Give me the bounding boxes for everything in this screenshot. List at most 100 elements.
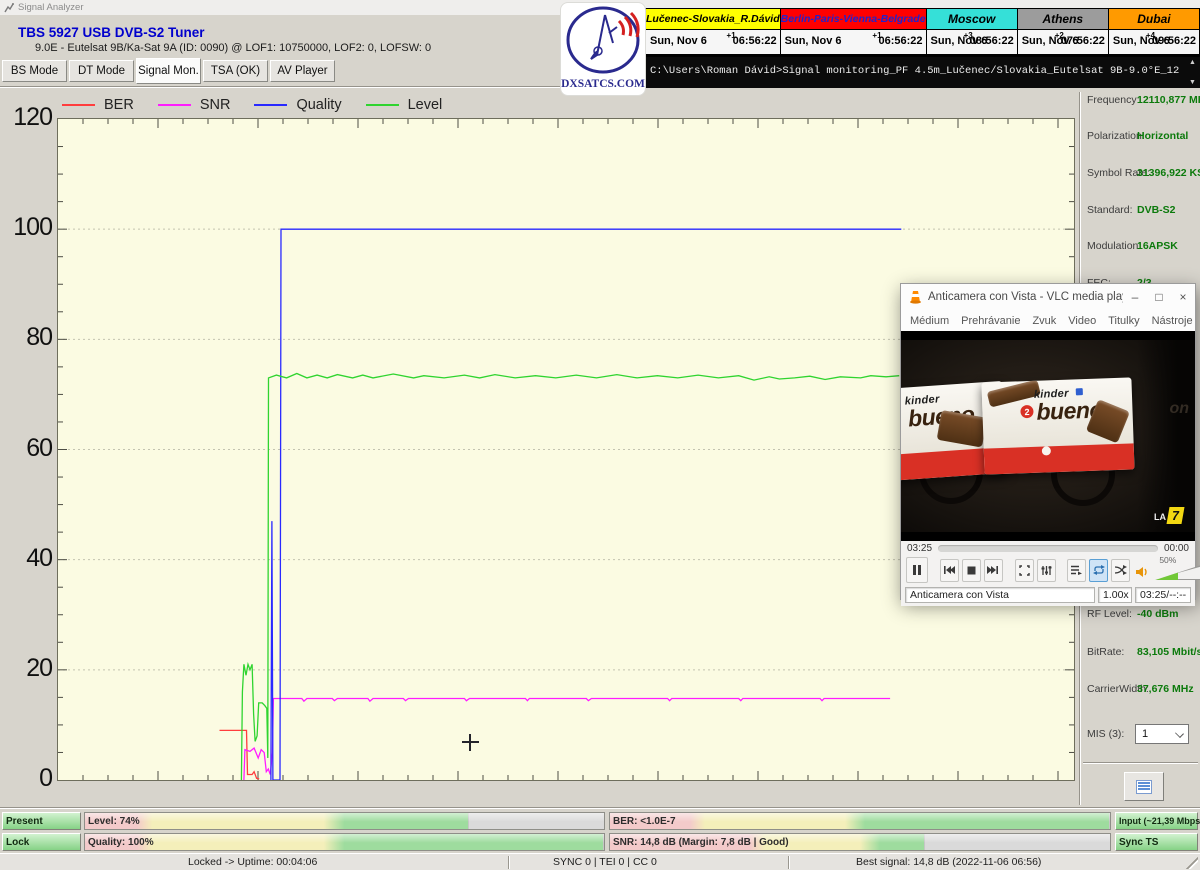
now-playing-box: Anticamera con Vista <box>905 587 1095 603</box>
command-prompt[interactable]: C:\Users\Roman Dávid>Signal monitoring_P… <box>645 57 1200 88</box>
legend-snr: SNR <box>158 97 231 113</box>
extended-settings-button[interactable] <box>1037 559 1056 582</box>
video-frame: kinder bueno kinder 2 bueno on <box>901 340 1195 532</box>
resize-grip[interactable] <box>1186 857 1198 869</box>
param-standard-label: Standard: <box>1087 204 1133 216</box>
la7-channel-logo: LA 7 <box>1154 507 1183 524</box>
tab-tsa[interactable]: TSA (OK) <box>203 60 268 82</box>
quality-meter: Quality: 100% <box>84 833 605 851</box>
menu-video[interactable]: Video <box>1068 315 1096 327</box>
vlc-seek-row: 03:25 00:00 <box>901 541 1195 556</box>
count-badge: 2 <box>1020 405 1033 418</box>
sync-status: SYNC 0 | TEI 0 | CC 0 <box>553 856 657 868</box>
input-indicator: Input (~21,39 Mbps) <box>1115 812 1198 830</box>
ber-meter: BER: <1.0E-7 <box>609 812 1111 830</box>
legend-level: Level <box>366 97 443 113</box>
clock-time: 06:56:22 <box>733 35 777 47</box>
volume-fill <box>1155 565 1178 580</box>
vending-glass-reflection <box>1137 340 1195 532</box>
playback-rate[interactable]: 1.00x <box>1098 587 1132 603</box>
previous-button[interactable] <box>940 559 959 582</box>
logo-text: DXSATCS.COM <box>561 78 645 90</box>
dxsatcs-logo: DXSATCS.COM <box>560 2 646 96</box>
divider <box>0 807 1200 809</box>
divider <box>508 856 510 869</box>
fullscreen-button[interactable] <box>1015 559 1034 582</box>
command-line: C:\Users\Roman Dávid>Signal monitoring_P… <box>650 65 1184 77</box>
snr-line-swatch <box>158 104 191 106</box>
clock-time: 07:56:22 <box>1061 35 1105 47</box>
present-indicator: Present <box>2 812 81 830</box>
close-button[interactable]: × <box>1171 285 1195 309</box>
y-axis-labels: 020406080100120 <box>6 0 56 870</box>
volume-percent-label: 50% <box>1159 555 1176 565</box>
kinder-logo-square <box>1076 388 1083 395</box>
vlc-video-area[interactable]: kinder bueno kinder 2 bueno on <box>901 331 1195 541</box>
divider <box>0 86 646 88</box>
vlc-controls: 50% <box>901 556 1195 584</box>
vlc-window: Anticamera con Vista - VLC media player … <box>900 283 1196 600</box>
satellite-dish-icon <box>561 3 645 77</box>
mis-dropdown[interactable]: 1 <box>1135 724 1189 744</box>
legend-quality: Quality <box>254 97 341 113</box>
speaker-icon <box>1135 566 1149 578</box>
time-total: 00:00 <box>1164 543 1189 554</box>
vlc-titlebar[interactable]: Anticamera con Vista - VLC media player … <box>901 284 1195 310</box>
stop-button[interactable] <box>962 559 981 582</box>
param-bitrate-label: BitRate: <box>1087 646 1124 658</box>
clock-city: Moscow <box>927 9 1017 29</box>
menu-subtitles[interactable]: Titulky <box>1108 315 1139 327</box>
param-carrierwidth-value: 37,676 MHz <box>1137 683 1194 695</box>
level-line-swatch <box>366 104 399 106</box>
clock-city: Athens <box>1018 9 1108 29</box>
lock-indicator: Lock <box>2 833 81 851</box>
clock-dubai: Dubai Sun, Nov 6+409:56:22 <box>1109 9 1199 56</box>
uptime-status: Locked -> Uptime: 00:04:06 <box>188 856 317 868</box>
legend-ber: BER <box>62 97 134 113</box>
seek-slider[interactable] <box>938 545 1158 552</box>
tab-av-player[interactable]: AV Player <box>270 60 335 82</box>
minimize-button[interactable]: – <box>1123 285 1147 309</box>
tab-signal-mon[interactable]: Signal Mon. <box>136 58 201 84</box>
param-standard-value: DVB-S2 <box>1137 204 1176 216</box>
vlc-menubar: Médium Prehrávanie Zvuk Video Titulky Ná… <box>901 310 1195 331</box>
volume-slider[interactable] <box>1155 565 1200 580</box>
chevron-down-icon <box>1175 729 1184 738</box>
quality-line-swatch <box>254 104 287 106</box>
maximize-button[interactable]: □ <box>1147 285 1171 309</box>
time-display[interactable]: 03:25/--:-- <box>1135 587 1191 603</box>
scroll-down-icon[interactable]: ▼ <box>1188 79 1197 86</box>
world-clock-panel: Lučenec-Slovakia_R.Dávid Sun, Nov 6+106:… <box>645 8 1200 57</box>
chart-legend: BER SNR Quality Level <box>62 97 442 113</box>
param-frequency-label: Frequency: <box>1087 94 1140 106</box>
menu-playback[interactable]: Prehrávanie <box>961 315 1020 327</box>
clock-time: 06:56:22 <box>879 35 923 47</box>
next-button[interactable] <box>984 559 1003 582</box>
mis-label: MIS (3): <box>1087 728 1124 740</box>
menu-medium[interactable]: Médium <box>910 315 949 327</box>
transport-stream-button[interactable] <box>1124 772 1164 801</box>
time-elapsed: 03:25 <box>907 543 932 554</box>
playlist-button[interactable] <box>1067 559 1086 582</box>
menu-tools[interactable]: Nástroje <box>1152 315 1193 327</box>
pause-button[interactable] <box>906 557 928 583</box>
scroll-up-icon[interactable]: ▲ <box>1188 59 1197 66</box>
clock-date: Sun, Nov 6 <box>785 35 842 47</box>
window-title: Signal Analyzer <box>18 2 83 13</box>
app-icon <box>4 3 14 13</box>
menu-audio[interactable]: Zvuk <box>1032 315 1056 327</box>
param-rflevel-label: RF Level: <box>1087 608 1132 620</box>
tab-bs-mode[interactable]: BS Mode <box>2 60 67 82</box>
clock-city: Berlin-Paris-Vienna-Belgrade <box>781 9 926 29</box>
divider <box>1083 762 1198 764</box>
level-meter: Level: 74% <box>84 812 605 830</box>
clock-moscow: Moscow Sun, Nov 6+308:56:22 <box>927 9 1017 56</box>
param-rflevel-value: -40 dBm <box>1137 608 1178 620</box>
signal-analyzer-window: Signal Analyzer TBS 5927 USB DVB-S2 Tune… <box>0 0 1200 870</box>
best-signal-status: Best signal: 14,8 dB (2022-11-06 06:56) <box>856 856 1041 868</box>
clock-berlin: Berlin-Paris-Vienna-Belgrade Sun, Nov 6+… <box>781 9 926 56</box>
loop-button[interactable] <box>1089 559 1108 582</box>
shuffle-button[interactable] <box>1111 559 1130 582</box>
volume-control[interactable]: 50% <box>1133 557 1190 583</box>
tab-dt-mode[interactable]: DT Mode <box>69 60 134 82</box>
